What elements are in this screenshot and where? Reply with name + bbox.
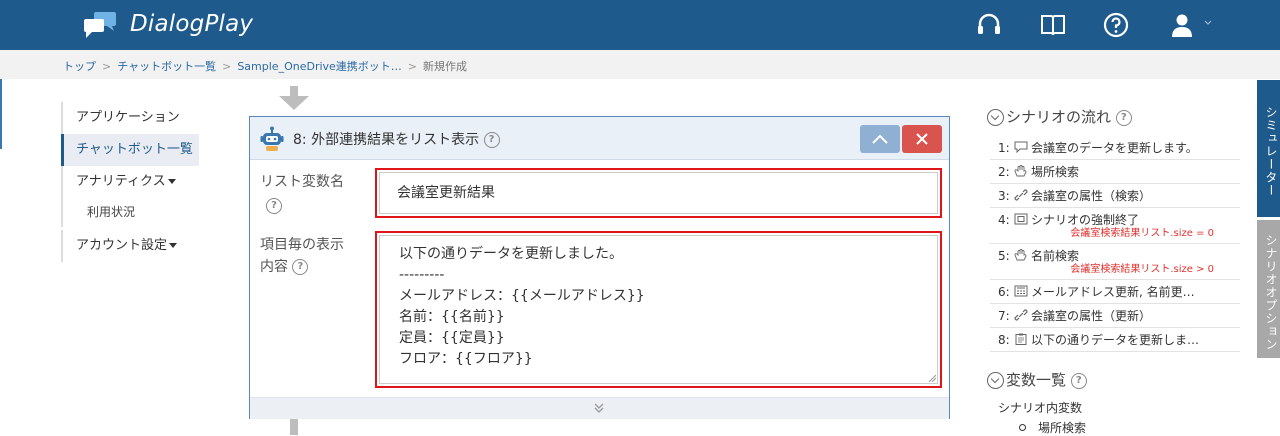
chevron-down-icon[interactable] — [1204, 19, 1212, 27]
scenario-step[interactable]: 2: 場所検索 — [990, 160, 1240, 184]
breadcrumb-current: 新規作成 — [423, 60, 468, 73]
step-number: 8: — [998, 333, 1010, 347]
scenario-step[interactable]: 6: メールアドレス更新, 名前更… — [990, 280, 1240, 304]
step-card-header: 8: 外部連携結果をリスト表示 ? — [250, 117, 949, 160]
robot-icon — [260, 126, 284, 151]
tab-scenario-options[interactable]: シナリオオプション — [1257, 220, 1280, 358]
breadcrumb-chatbots[interactable]: チャットボット一覧 — [117, 60, 216, 73]
flow-arrow-stem — [290, 86, 298, 96]
double-chevron-down-icon — [594, 403, 604, 413]
help-icon[interactable]: ? — [1115, 109, 1132, 126]
sidebar: アプリケーション チャットボット一覧 アナリティクス 利用状況 アカウント設定 — [61, 102, 199, 262]
help-icon[interactable]: ? — [266, 197, 282, 214]
item-display-label-line2: 内容 — [260, 259, 288, 275]
scenario-step[interactable]: 7: 会議室の属性（更新） — [990, 304, 1240, 328]
scenario-flow-heading[interactable]: シナリオの流れ ? — [987, 106, 1132, 127]
help-icon[interactable]: ? — [483, 132, 500, 148]
step-label: 以下の通りデータを更新しま… — [1031, 333, 1200, 347]
step-condition: 会議室検索結果リスト.size > 0 — [1070, 264, 1214, 275]
item-display-label-line1: 項目毎の表示 — [260, 237, 344, 253]
expand-bar[interactable] — [250, 397, 949, 419]
top-bar: DialogPlay — [0, 0, 1280, 50]
chevron-up-icon — [872, 134, 888, 144]
link-icon — [1014, 189, 1028, 201]
help-icon[interactable]: ? — [292, 259, 309, 275]
step-label: メールアドレス更新, 名前更… — [1031, 285, 1195, 299]
step-number: 1: — [998, 141, 1010, 155]
step-number: 6: — [998, 285, 1010, 299]
user-icon[interactable] — [1168, 11, 1196, 39]
variables-heading[interactable]: 変数一覧 ? — [987, 369, 1087, 390]
speech-bubble-icon — [1014, 141, 1028, 153]
step-label: 場所検索 — [1031, 165, 1080, 179]
item-display-label: 項目毎の表示 内容 ? — [260, 234, 344, 278]
step-number: 4: — [998, 213, 1010, 227]
calculator-icon — [1014, 285, 1028, 297]
stop-icon — [1014, 213, 1028, 225]
collapse-circle-icon — [987, 109, 1004, 126]
step-title-text: 8: 外部連携結果をリスト表示 — [293, 132, 480, 148]
collapse-circle-icon — [987, 372, 1004, 389]
book-icon[interactable] — [1039, 11, 1067, 39]
caret-down-icon — [169, 243, 178, 248]
step-title: 8: 外部連携結果をリスト表示 ? — [293, 129, 500, 149]
tab-simulator[interactable]: シミュレーター — [1257, 80, 1280, 217]
step-label: シナリオの強制終了 — [1031, 213, 1140, 227]
delete-step-button[interactable] — [902, 125, 942, 153]
breadcrumb-top[interactable]: トップ — [63, 60, 96, 73]
resize-handle-icon[interactable] — [928, 374, 936, 382]
sidebar-item-chatbots[interactable]: チャットボット一覧 — [61, 134, 199, 166]
breadcrumb-bot[interactable]: Sample_OneDrive連携ボット… — [237, 60, 401, 73]
caret-down-icon — [167, 179, 176, 184]
list-var-label-text: リスト変数名 — [260, 174, 344, 190]
step-label: 会議室の属性（更新） — [1031, 309, 1152, 323]
flow-arrow-icon — [279, 96, 309, 110]
step-label: 会議室のデータを更新します。 — [1031, 141, 1198, 155]
hand-icon — [1014, 165, 1027, 177]
app-brand[interactable]: DialogPlay — [130, 11, 253, 37]
sidebar-item-analytics[interactable]: アナリティクス — [61, 166, 199, 198]
breadcrumb-bar: トップ > チャットボット一覧 > Sample_OneDrive連携ボット… > 新規作成 — [0, 50, 1280, 79]
close-icon — [916, 133, 928, 145]
sidebar-item-analytics-label: アナリティクス — [76, 174, 166, 189]
step-card: 8: 外部連携結果をリスト表示 ? リスト変数名 ? 会議室更新結果 項目毎の表… — [249, 116, 950, 419]
help-icon[interactable] — [1102, 11, 1130, 39]
link-icon — [1014, 309, 1028, 321]
step-number: 2: — [998, 165, 1010, 179]
scenario-step[interactable]: 3: 会議室の属性（検索） — [990, 184, 1240, 208]
step-number: 3: — [998, 189, 1010, 203]
scenario-step[interactable]: 4: シナリオの強制終了 会議室検索結果リスト.size = 0 — [990, 208, 1240, 244]
clipboard-icon — [1015, 333, 1027, 345]
step-number: 7: — [998, 309, 1010, 323]
list-var-input[interactable]: 会議室更新結果 — [379, 172, 938, 214]
left-edge-marker — [0, 79, 2, 149]
sidebar-item-account[interactable]: アカウント設定 — [61, 230, 199, 262]
sidebar-item-account-label: アカウント設定 — [76, 238, 168, 253]
breadcrumb: トップ > チャットボット一覧 > Sample_OneDrive連携ボット… > 新規作成 — [63, 60, 468, 73]
scenario-step[interactable]: 5: 名前検索 会議室検索結果リスト.size > 0 — [990, 244, 1240, 280]
scenario-step-list: 1: 会議室のデータを更新します。 2: 場所検索 3: 会議室の属性（検索） 4: シ… — [990, 136, 1240, 352]
variable-item[interactable]: 場所検索 — [1018, 419, 1087, 436]
sidebar-item-applications[interactable]: アプリケーション — [61, 102, 199, 134]
logo-icon[interactable] — [80, 12, 120, 38]
step-number: 5: — [998, 249, 1010, 263]
flow-connector — [290, 419, 298, 435]
step-condition: 会議室検索結果リスト.size = 0 — [1070, 228, 1214, 239]
scenario-flow-title: シナリオの流れ — [1006, 108, 1112, 126]
variable-item-label: 場所検索 — [1038, 421, 1087, 435]
variables-title: 変数一覧 — [1006, 371, 1067, 389]
scenario-variables-label: シナリオ内変数 — [998, 401, 1083, 415]
item-template-textarea[interactable]: 以下の通りデータを更新しました。 --------- メールアドレス：{{メール… — [379, 235, 938, 384]
hand-icon — [1014, 249, 1027, 261]
step-label: 会議室の属性（検索） — [1031, 189, 1152, 203]
sidebar-item-usage[interactable]: 利用状況 — [61, 198, 199, 227]
scenario-step[interactable]: 8: 以下の通りデータを更新しま… — [990, 328, 1240, 352]
headset-icon[interactable] — [975, 11, 1003, 39]
step-label: 名前検索 — [1031, 249, 1080, 263]
collapse-button[interactable] — [860, 125, 900, 153]
help-icon[interactable]: ? — [1070, 372, 1087, 389]
list-var-label: リスト変数名 ? — [260, 171, 344, 215]
scenario-step[interactable]: 1: 会議室のデータを更新します。 — [990, 136, 1240, 160]
